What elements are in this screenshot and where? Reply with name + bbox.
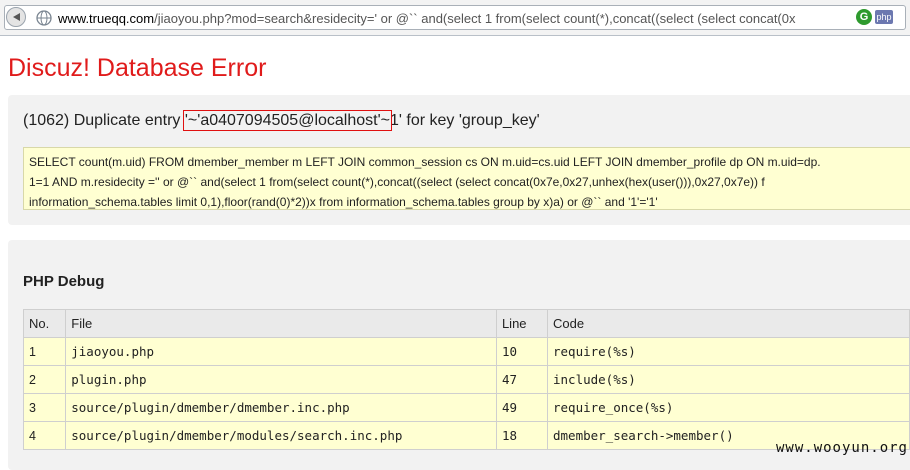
- sql-query-box: SELECT count(m.uid) FROM dmember_member …: [23, 147, 910, 210]
- table-row: 3 source/plugin/dmember/dmember.inc.php …: [22, 393, 910, 422]
- url-domain: www.trueqq.com: [58, 11, 155, 26]
- cell-code: require_once(%s): [547, 393, 910, 422]
- column-header-code: Code: [547, 309, 910, 338]
- cell-no: 3: [22, 393, 67, 422]
- cell-code: require(%s): [547, 337, 910, 366]
- cell-no: 1: [22, 337, 67, 366]
- cell-line: 47: [495, 365, 549, 394]
- table-row: 1 jiaoyou.php 10 require(%s): [22, 337, 910, 366]
- cell-line: 18: [495, 421, 549, 450]
- back-button[interactable]: [6, 7, 26, 27]
- sql-line: 1=1 AND m.residecity ='' or @`` and(sele…: [29, 175, 765, 189]
- cell-line: 49: [495, 393, 549, 422]
- cell-file: source/plugin/dmember/dmember.inc.php: [65, 393, 497, 422]
- browser-address-bar: www.trueqq.com/jiaoyou.php?mod=search&re…: [0, 0, 910, 36]
- globe-icon: [36, 10, 52, 26]
- cell-file: jiaoyou.php: [65, 337, 497, 366]
- table-row: 2 plugin.php 47 include(%s): [22, 365, 910, 394]
- column-header-file: File: [65, 309, 497, 338]
- sql-line: SELECT count(m.uid) FROM dmember_member …: [29, 155, 821, 169]
- cell-file: source/plugin/dmember/modules/search.inc…: [65, 421, 497, 450]
- extension-php-icon[interactable]: php: [875, 10, 893, 24]
- cell-code: include(%s): [547, 365, 910, 394]
- extension-g-icon[interactable]: G: [856, 9, 872, 25]
- watermark: www.wooyun.org: [775, 440, 908, 456]
- url-path: /jiaoyou.php?mod=search&residecity=' or …: [154, 11, 796, 26]
- page-title: Discuz! Database Error: [8, 54, 267, 82]
- error-highlight: '~'a0407094505@localhost'~: [182, 110, 392, 131]
- table-header-row: No. File Line Code: [22, 309, 910, 338]
- column-header-line: Line: [495, 309, 549, 338]
- url-text[interactable]: www.trueqq.com/jiaoyou.php?mod=search&re…: [58, 11, 848, 26]
- error-message: (1062) Duplicate entry '~'a0407094505@lo…: [23, 110, 540, 131]
- debug-table: No. File Line Code 1 jiaoyou.php 10 requ…: [22, 309, 910, 450]
- cell-no: 2: [22, 365, 67, 394]
- error-prefix: (1062) Duplicate entry: [23, 112, 185, 129]
- cell-line: 10: [495, 337, 549, 366]
- error-suffix: 1' for key 'group_key': [389, 112, 540, 129]
- debug-heading: PHP Debug: [23, 273, 105, 290]
- sql-line: information_schema.tables limit 0,1),flo…: [29, 195, 658, 209]
- cell-file: plugin.php: [65, 365, 497, 394]
- column-header-no: No.: [22, 309, 67, 338]
- cell-no: 4: [22, 421, 67, 450]
